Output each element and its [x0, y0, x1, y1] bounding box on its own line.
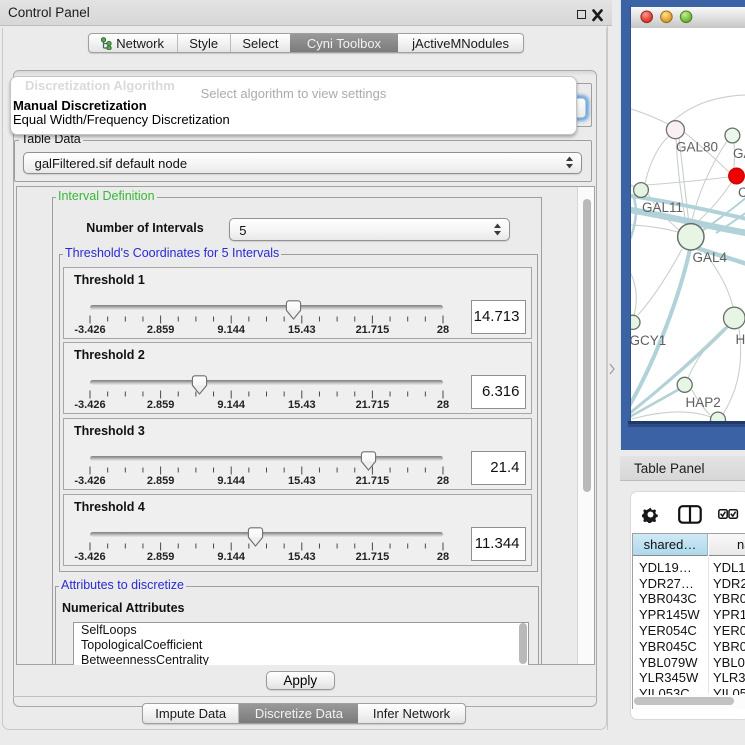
svg-text:HAP2: HAP2 — [686, 395, 721, 410]
svg-text:GA: GA — [733, 146, 745, 161]
svg-text:GAL4: GAL4 — [693, 250, 728, 265]
svg-text:GCY1: GCY1 — [631, 333, 666, 348]
svg-text:H: H — [736, 332, 745, 347]
svg-text:C: C — [738, 185, 745, 200]
svg-text:GAL80: GAL80 — [676, 140, 718, 155]
svg-text:GAL11: GAL11 — [642, 200, 683, 215]
